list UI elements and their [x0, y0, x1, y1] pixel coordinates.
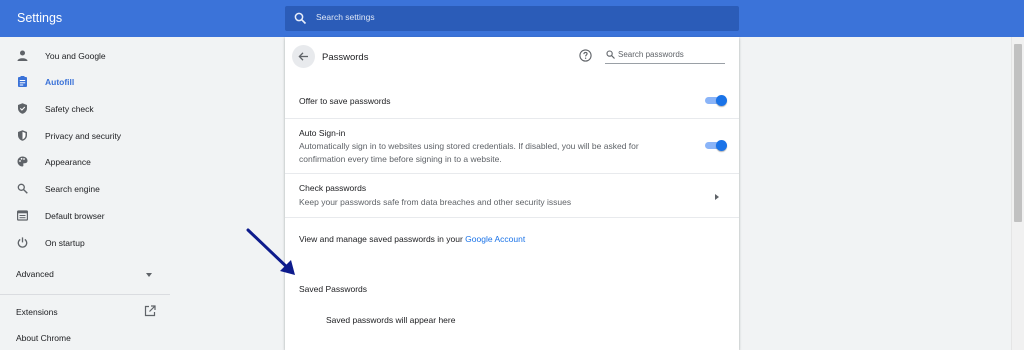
help-icon[interactable] — [579, 49, 592, 62]
sidebar-item-label: Autofill — [45, 77, 75, 87]
advanced-label: Advanced — [16, 269, 54, 279]
sidebar-item-label: Default browser — [45, 211, 105, 221]
auto-signin-description: Automatically sign in to websites using … — [299, 141, 639, 164]
toggle-knob — [716, 95, 727, 106]
browser-icon — [17, 210, 28, 221]
advanced-section-toggle[interactable]: Advanced — [16, 268, 156, 284]
open-in-new-icon — [144, 305, 156, 317]
offer-to-save-label: Offer to save passwords — [299, 96, 391, 106]
annotation-arrow — [246, 228, 295, 275]
sidebar-item-label: Privacy and security — [45, 131, 122, 141]
search-passwords-input[interactable] — [618, 48, 723, 61]
sidebar-item-label: You and Google — [45, 51, 106, 61]
sidebar-item-on-startup[interactable]: On startup — [0, 230, 170, 256]
shield-icon — [18, 130, 27, 141]
page-title: Passwords — [322, 52, 369, 63]
sidebar-item-search-engine[interactable]: Search engine — [0, 176, 170, 202]
auto-signin-row[interactable]: Auto Sign-in Automatically sign in to we… — [285, 119, 739, 174]
check-passwords-description: Keep your passwords safe from data breac… — [299, 197, 572, 207]
palette-icon — [17, 156, 28, 167]
chevron-down-icon — [146, 273, 152, 277]
search-icon — [294, 12, 307, 25]
manage-passwords-prefix: View and manage saved passwords in your — [299, 234, 466, 244]
settings-search-box[interactable]: Search settings — [285, 6, 739, 31]
sidebar-item-safety-check[interactable]: Safety check — [0, 96, 170, 122]
clipboard-icon — [18, 76, 27, 87]
sidebar-item-privacy-and-security[interactable]: Privacy and security — [0, 123, 170, 149]
search-icon — [17, 183, 28, 194]
search-icon — [606, 50, 615, 59]
passwords-card: Passwords Offer to save passwords Auto S… — [285, 37, 739, 350]
saved-passwords-heading: Saved Passwords — [299, 284, 368, 294]
auto-signin-toggle[interactable] — [705, 140, 727, 151]
scrollbar-thumb[interactable] — [1014, 44, 1022, 222]
check-passwords-row[interactable]: Check passwords Keep your passwords safe… — [285, 174, 739, 218]
extensions-label: Extensions — [16, 307, 58, 317]
sidebar-item-label: Appearance — [45, 157, 91, 167]
sidebar-item-you-and-google[interactable]: You and Google — [0, 43, 170, 69]
extensions-link[interactable]: Extensions — [16, 305, 158, 321]
power-icon — [17, 237, 28, 248]
sidebar-item-label: Safety check — [45, 104, 94, 114]
sidebar-item-autofill[interactable]: Autofill — [0, 69, 170, 95]
empty-state-text: Saved passwords will appear here — [326, 315, 456, 325]
about-chrome-link[interactable]: About Chrome — [16, 333, 71, 343]
page-scrollbar[interactable] — [1011, 37, 1024, 350]
manage-passwords-text: View and manage saved passwords in your … — [299, 234, 525, 244]
shield-check-icon — [18, 103, 27, 114]
offer-to-save-row[interactable]: Offer to save passwords — [285, 82, 739, 119]
sidebar-item-label: On startup — [45, 238, 85, 248]
google-account-link[interactable]: Google Account — [465, 234, 525, 244]
check-passwords-label: Check passwords — [299, 183, 367, 193]
offer-to-save-toggle[interactable] — [705, 95, 727, 106]
back-button[interactable] — [292, 45, 315, 68]
sidebar-item-appearance[interactable]: Appearance — [0, 149, 170, 175]
sidebar-divider — [0, 294, 170, 295]
auto-signin-label: Auto Sign-in — [299, 128, 346, 138]
sidebar: You and Google Autofill Safety check Pri… — [0, 37, 170, 350]
person-icon — [17, 50, 28, 61]
toggle-knob — [716, 140, 727, 151]
arrow-back-icon — [298, 52, 308, 61]
chevron-right-icon — [715, 194, 719, 200]
top-bar: Settings Search settings — [0, 0, 1024, 37]
app-title: Settings — [17, 11, 63, 25]
sidebar-item-label: Search engine — [45, 184, 100, 194]
settings-search-placeholder: Search settings — [316, 12, 375, 22]
password-search-field[interactable] — [605, 46, 725, 64]
sidebar-item-default-browser[interactable]: Default browser — [0, 203, 170, 229]
